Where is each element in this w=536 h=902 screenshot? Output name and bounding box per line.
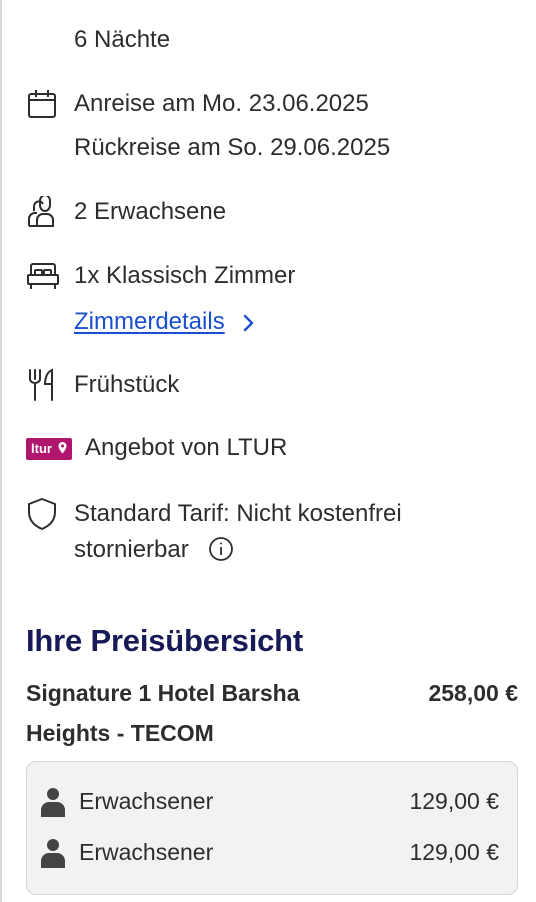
tariff-text-line2: stornierbar xyxy=(74,536,189,563)
price-row: Erwachsener 129,00 € xyxy=(39,832,499,872)
price-row-label: Erwachsener xyxy=(79,788,214,814)
left-divider xyxy=(0,0,2,902)
provider-row: ltur Angebot von LTUR xyxy=(26,430,516,468)
bed-icon xyxy=(26,258,62,294)
board-row: Frühstück xyxy=(26,367,516,403)
room-details-link[interactable]: Zimmerdetails xyxy=(74,304,225,340)
person-icon xyxy=(39,838,67,873)
nights-row: 6 Nächte xyxy=(26,22,516,58)
ltur-logo: ltur xyxy=(26,438,72,460)
provider-text: Angebot von LTUR xyxy=(85,434,288,461)
hotel-name: Signature 1 Hotel Barsha Heights - TECOM xyxy=(26,680,300,746)
price-breakdown-box: Erwachsener 129,00 € Erwachsener 129,00 … xyxy=(26,761,518,895)
price-row-value: 129,00 € xyxy=(409,839,499,865)
room-row: 1x Klassisch Zimmer Zimmerdetails xyxy=(26,258,516,342)
price-overview-title: Ihre Preisübersicht xyxy=(26,623,304,658)
fork-knife-icon xyxy=(26,367,62,403)
price-row-value: 129,00 € xyxy=(409,788,499,814)
users-icon xyxy=(26,194,62,230)
tariff-row: Standard Tarif: Nicht kostenfrei stornie… xyxy=(26,496,516,576)
price-row: Erwachsener 129,00 € xyxy=(39,781,499,821)
tariff-text-line1: Standard Tarif: Nicht kostenfrei xyxy=(74,500,402,527)
person-icon xyxy=(39,787,67,822)
info-icon[interactable] xyxy=(208,536,234,567)
arrival-date: Anreise am Mo. 23.06.2025 xyxy=(74,90,369,117)
price-row-label: Erwachsener xyxy=(79,839,214,865)
nights-text: 6 Nächte xyxy=(74,26,171,53)
calendar-icon xyxy=(26,86,62,122)
guests-text: 2 Erwachsene xyxy=(74,198,227,225)
guests-row: 2 Erwachsene xyxy=(26,194,516,230)
dates-row: Anreise am Mo. 23.06.2025 Rückreise am S… xyxy=(26,86,516,168)
chevron-right-icon[interactable] xyxy=(242,313,256,338)
shield-icon xyxy=(26,496,62,532)
departure-date: Rückreise am So. 29.06.2025 xyxy=(74,134,391,161)
hotel-total-price: 258,00 € xyxy=(428,680,518,706)
board-text: Frühstück xyxy=(74,371,180,398)
room-text: 1x Klassisch Zimmer xyxy=(74,262,296,289)
